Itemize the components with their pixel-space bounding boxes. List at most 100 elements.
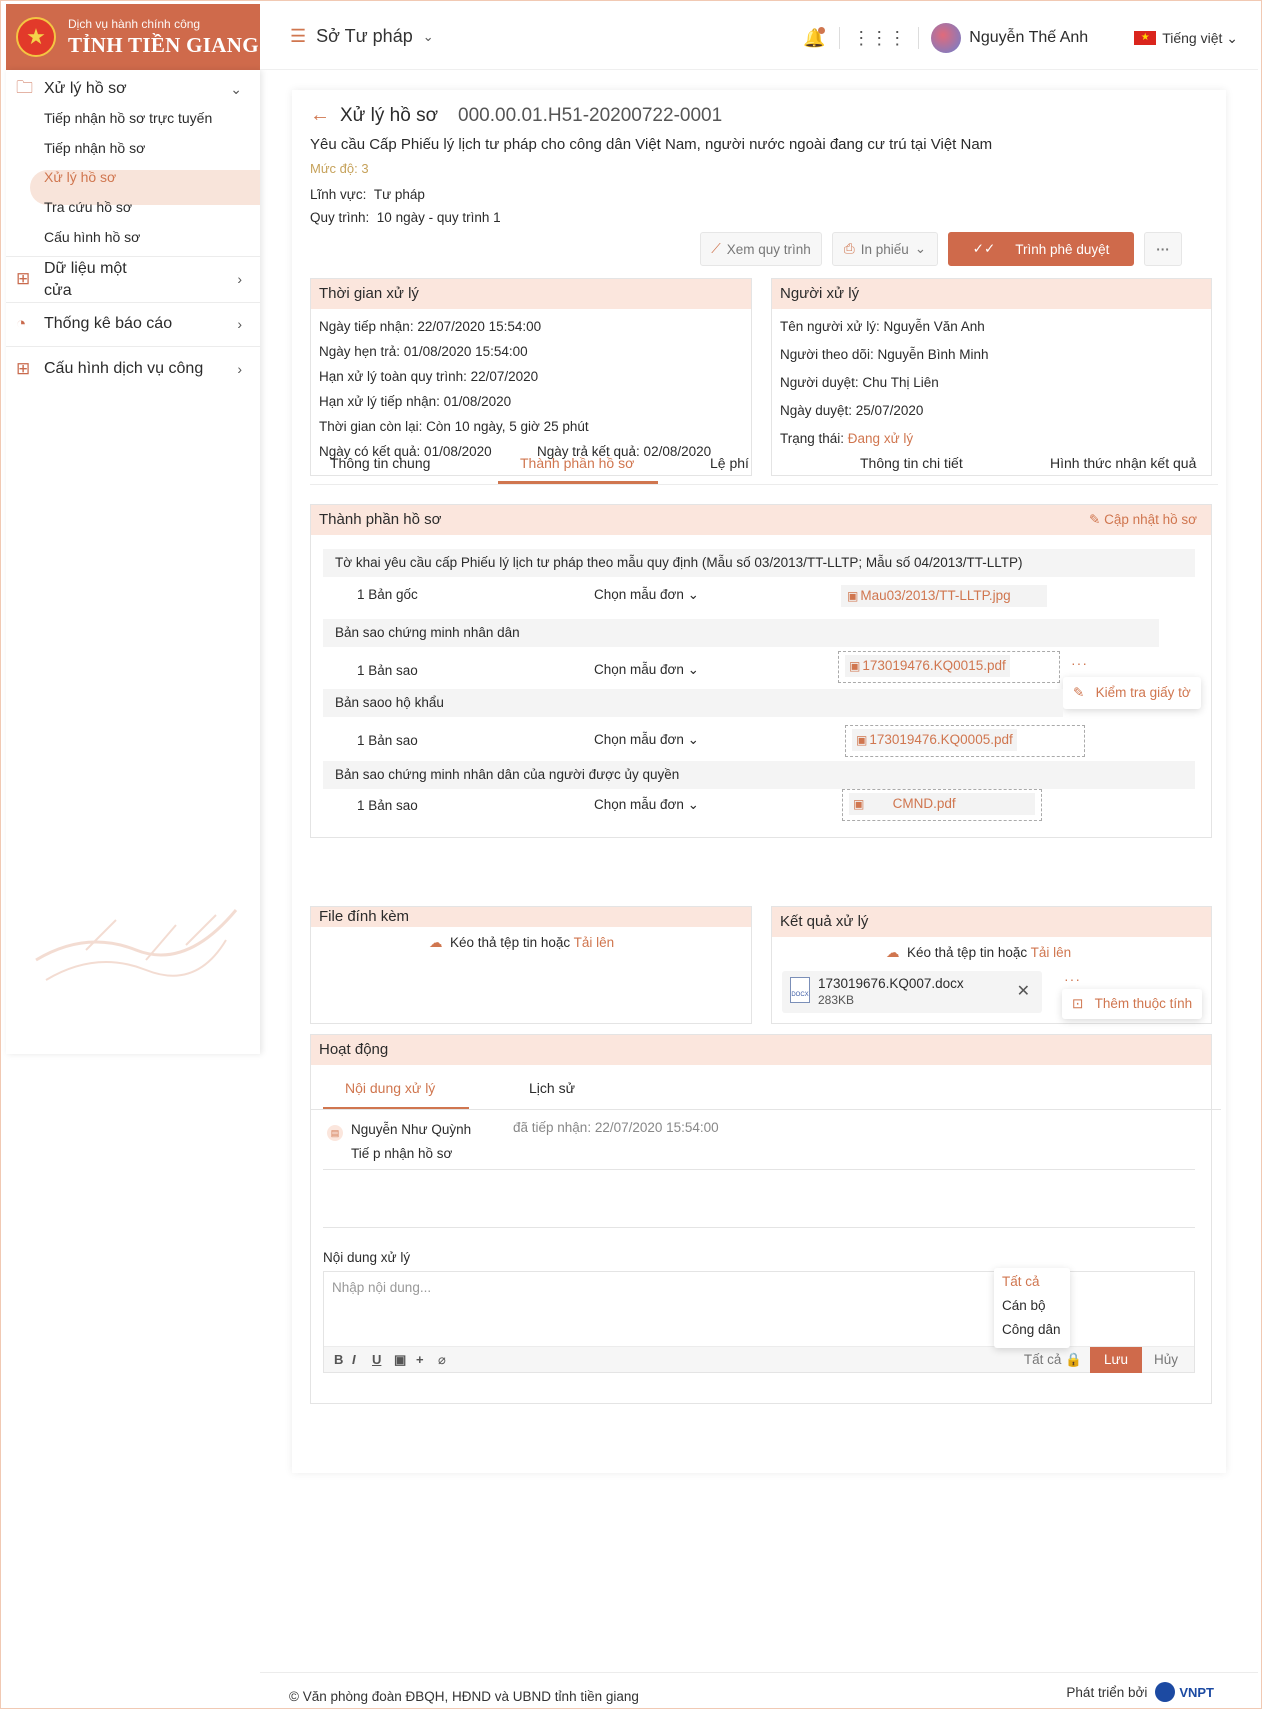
save-button[interactable]: Lưu bbox=[1090, 1347, 1142, 1373]
tab-components[interactable]: Thành phần hồ sơ bbox=[520, 455, 634, 471]
divider bbox=[839, 27, 841, 49]
sidebar-group-label: Cấu hình dịch vụ công bbox=[44, 360, 204, 377]
vnpt-globe-icon bbox=[1155, 1682, 1176, 1702]
apps-icon: ⊞ bbox=[16, 359, 31, 378]
tab-result-method[interactable]: Hình thức nhận kết quả bbox=[1050, 455, 1196, 471]
brand-header[interactable]: ★ Dịch vụ hành chính công TỈNH TIỀN GIAN… bbox=[6, 4, 260, 70]
scope-dropdown: Tất cả Cán bộ Công dân bbox=[994, 1268, 1070, 1348]
org-selector[interactable]: ☰ Sở Tư pháp ⌄ bbox=[290, 26, 434, 47]
process-value: 10 ngày - quy trình 1 bbox=[376, 210, 501, 225]
printer-icon: ⎙ bbox=[843, 241, 855, 256]
sidebar-group-label: Xử lý hồ sơ bbox=[44, 80, 127, 97]
button-label: In phiếu bbox=[860, 241, 909, 257]
content-input-placeholder: Nhập nội dung... bbox=[332, 1280, 432, 1295]
footer-divider bbox=[260, 1672, 1258, 1673]
cancel-button[interactable]: Hủy bbox=[1144, 1347, 1188, 1373]
more-actions-button[interactable]: ··· bbox=[1144, 232, 1182, 266]
sidebar-item-receive[interactable]: Tiếp nhận hồ sơ bbox=[44, 140, 145, 156]
sidebar-group-process[interactable]: 🗀 Xử lý hồ sơ ⌄ bbox=[6, 78, 260, 100]
pen-icon: ✎ bbox=[1073, 685, 1085, 700]
scope-option-staff[interactable]: Cán bộ bbox=[1002, 1298, 1046, 1313]
doc-qty: 1 Bản sao bbox=[357, 798, 418, 813]
entry-user: Nguyễn Như Quỳnh bbox=[351, 1122, 472, 1137]
bold-icon[interactable]: B bbox=[334, 1352, 343, 1367]
follower-name: Người theo dõi: Nguyễn Bình Minh bbox=[780, 347, 989, 362]
sidebar-item-config-dossier[interactable]: Cấu hình hồ sơ bbox=[44, 229, 140, 245]
request-title: Yêu cầu Cấp Phiếu lý lịch tư pháp cho cô… bbox=[310, 136, 993, 153]
view-process-button[interactable]: ⟋ Xem quy trình bbox=[700, 232, 822, 266]
tab-details[interactable]: Thông tin chi tiết bbox=[860, 455, 963, 471]
print-button[interactable]: ⎙ In phiếu ⌄ bbox=[832, 232, 938, 266]
sidebar-group-stats[interactable]: ◔ Thống kê báo cáo › bbox=[6, 302, 260, 346]
panel-title: Người xử lý bbox=[772, 279, 1211, 309]
sidebar-group-data[interactable]: ⊞ Dữ liệu một cửa › bbox=[6, 256, 260, 302]
user-name[interactable]: Nguyễn Thế Anh bbox=[969, 29, 1088, 47]
attachments-dropzone[interactable]: ☁ Kéo thả tệp tin hoặc Tải lên bbox=[429, 935, 614, 951]
tab-fees[interactable]: Lệ phí bbox=[710, 455, 749, 471]
upload-link[interactable]: Tải lên bbox=[574, 935, 615, 950]
language-selector[interactable]: Tiếng việt ⌄ bbox=[1162, 30, 1238, 47]
file-options-icon[interactable]: ··· bbox=[1071, 655, 1088, 671]
file-name: 173019676.KQ007.docx bbox=[818, 976, 964, 991]
visibility-scope-select[interactable]: Tất cả 🔒 bbox=[1024, 1352, 1082, 1368]
italic-icon[interactable]: I bbox=[352, 1352, 356, 1367]
appointment-date: Ngày hẹn trả: 01/08/2020 15:54:00 bbox=[319, 344, 528, 359]
scope-option-citizen[interactable]: Công dân bbox=[1002, 1322, 1061, 1337]
result-file-card[interactable]: DOCX 173019676.KQ007.docx 283KB ✕ bbox=[782, 971, 1042, 1013]
choose-template-dropdown[interactable]: Chọn mẫu đơn ⌄ bbox=[594, 732, 699, 748]
tag-icon: ⊡ bbox=[1072, 996, 1084, 1011]
decorative-bird-watermark bbox=[35, 909, 238, 981]
doc-header-1: Bản sao chứng minh nhân dân bbox=[323, 619, 1159, 647]
choose-template-dropdown[interactable]: Chọn mẫu đơn ⌄ bbox=[594, 797, 699, 813]
upload-link[interactable]: Tải lên bbox=[1031, 945, 1072, 960]
tab-history[interactable]: Lịch sử bbox=[529, 1080, 575, 1096]
page-heading: Xử lý hồ sơ bbox=[340, 104, 439, 126]
file-link[interactable]: ▣ Mau03/2013/TT-LLTP.jpg bbox=[841, 585, 1047, 607]
chevron-down-icon: ⌄ bbox=[422, 28, 434, 44]
tab-general-info[interactable]: Thông tin chung bbox=[330, 455, 430, 471]
avatar[interactable] bbox=[931, 23, 962, 53]
file-link[interactable]: ▣ 173019476.KQ0005.pdf bbox=[845, 725, 1085, 757]
field-value: Tư pháp bbox=[373, 187, 425, 202]
tab-processing-content[interactable]: Nội dung xử lý bbox=[345, 1080, 435, 1096]
scope-option-all[interactable]: Tất cả bbox=[1002, 1274, 1040, 1289]
plus-icon[interactable]: + bbox=[416, 1352, 424, 1367]
app-grid-icon[interactable]: ⋮⋮⋮ bbox=[852, 28, 906, 49]
sidebar-group-config[interactable]: ⊞ Cấu hình dịch vụ công › bbox=[6, 346, 260, 392]
add-property-menu[interactable]: ⊡ Thêm thuộc tính bbox=[1062, 989, 1203, 1019]
underline-icon[interactable]: U bbox=[372, 1352, 381, 1367]
dossier-card: ← Xử lý hồ sơ 000.00.01.H51-20200722-000… bbox=[292, 90, 1226, 1473]
update-dossier-button[interactable]: ✎ Cập nhật hồ sơ bbox=[1089, 505, 1197, 535]
remove-file-icon[interactable]: ✕ bbox=[1017, 981, 1030, 1001]
back-arrow-icon[interactable]: ← bbox=[310, 104, 330, 127]
docx-file-icon: DOCX bbox=[790, 977, 810, 1003]
vietnam-flag-icon: ★ bbox=[1134, 31, 1157, 45]
doc-qty: 1 Bản gốc bbox=[357, 587, 418, 602]
notification-bell-icon[interactable]: 🔔 bbox=[801, 26, 827, 49]
sidebar-item-online-receive[interactable]: Tiếp nhận hồ sơ trực tuyến bbox=[44, 110, 212, 126]
org-name: Sở Tư pháp bbox=[316, 26, 413, 46]
attachment-icon[interactable]: ⌀ bbox=[438, 1352, 446, 1368]
choose-template-dropdown[interactable]: Chọn mẫu đơn ⌄ bbox=[594, 662, 699, 678]
file-link[interactable]: ▣ CMND.pdf bbox=[842, 789, 1042, 821]
check-documents-menu[interactable]: ✎ Kiểm tra giấy tờ bbox=[1063, 677, 1201, 709]
choose-template-dropdown[interactable]: Chọn mẫu đơn ⌄ bbox=[594, 587, 699, 603]
activity-panel: Hoạt động Nội dung xử lý Lịch sử ▤ Nguyễ… bbox=[310, 1034, 1221, 1404]
approver-name: Người duyệt: Chu Thị Liên bbox=[780, 375, 939, 390]
topbar-right: 🔔 ⋮⋮⋮ Nguyễn Thế Anh ★ Tiếng việt ⌄ bbox=[801, 18, 1238, 58]
file-options-icon[interactable]: ··· bbox=[1064, 971, 1081, 987]
sidebar-item-lookup[interactable]: Tra cứu hồ sơ bbox=[44, 199, 132, 215]
text-color-icon[interactable]: ▣ bbox=[394, 1352, 406, 1368]
doc-header-2: Bản saoo hộ khẩu bbox=[323, 689, 1063, 717]
button-label: Cập nhật hồ sơ bbox=[1104, 512, 1197, 527]
pie-chart-icon: ◔ bbox=[16, 314, 27, 333]
result-dropzone[interactable]: ☁ Kéo thả tệp tin hoặc Tải lên bbox=[886, 945, 1071, 961]
file-link[interactable]: ▣ 173019476.KQ0015.pdf bbox=[838, 651, 1060, 683]
submit-approval-button[interactable]: ✓✓ Trình phê duyệt bbox=[948, 232, 1134, 266]
section-title: Thành phần hồ sơ ✎ Cập nhật hồ sơ bbox=[311, 505, 1211, 535]
emblem-icon: ★ bbox=[16, 17, 56, 57]
content-input-label: Nội dung xử lý bbox=[323, 1250, 411, 1265]
vnpt-logo[interactable]: VNPT bbox=[1155, 1682, 1214, 1702]
sidebar-item-process[interactable]: Xử lý hồ sơ bbox=[44, 169, 116, 185]
brand-subtitle: Dịch vụ hành chính công bbox=[68, 16, 201, 31]
